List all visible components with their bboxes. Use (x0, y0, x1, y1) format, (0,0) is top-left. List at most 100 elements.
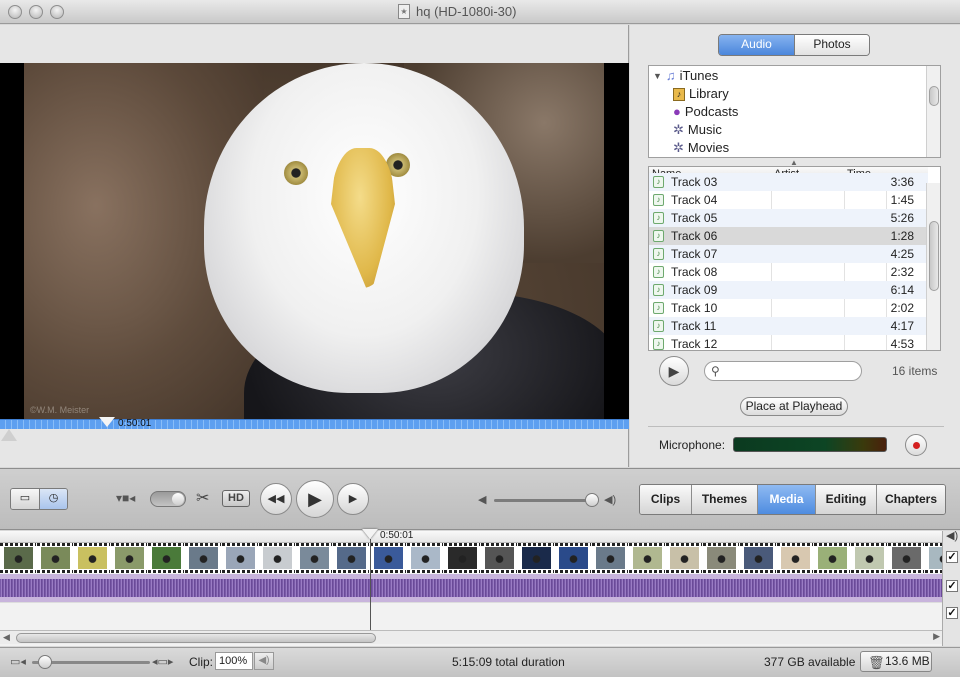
audio-track-2-checkbox[interactable]: ✓ (946, 607, 958, 619)
tab-clips[interactable]: Clips (640, 485, 691, 514)
track-row[interactable]: ♪ Track 12 4:53 (649, 335, 928, 350)
search-field[interactable]: ⚲ (704, 361, 862, 381)
timeline-scrollbar[interactable]: ◀ ▶ (0, 630, 942, 644)
scroll-right-icon[interactable]: ▶ (933, 631, 940, 642)
clip-thumbnail[interactable] (481, 543, 518, 573)
hd-button[interactable]: HD (222, 490, 250, 507)
item-count: 16 items (892, 364, 938, 378)
tab-media[interactable]: Media (757, 485, 815, 514)
clip-thumbnail[interactable] (333, 543, 370, 573)
audio-track[interactable] (0, 574, 942, 602)
scissors-icon[interactable]: ✂ (196, 488, 209, 508)
clip-volume-speaker-icon[interactable]: ◀) (254, 652, 274, 670)
track-row[interactable]: ♪ Track 11 4:17 (649, 317, 928, 335)
clip-thumbnail[interactable] (629, 543, 666, 573)
tree-scroll-thumb[interactable] (929, 86, 939, 106)
play-button[interactable]: ▶ (296, 480, 334, 518)
zoom-button[interactable] (50, 5, 64, 19)
scrubber-playhead[interactable] (99, 417, 115, 427)
audio-file-icon: ♪ (653, 266, 664, 278)
timeline-scroll-thumb[interactable] (16, 633, 376, 643)
timeline-playhead[interactable] (362, 529, 378, 539)
track-row[interactable]: ♪ Track 05 5:26 (649, 209, 928, 227)
tree-item-movies[interactable]: ✲ Movies (673, 139, 729, 157)
close-button[interactable] (8, 5, 22, 19)
video-frame[interactable]: ©W.M. Meister (0, 63, 629, 419)
clip-thumbnail[interactable] (555, 543, 592, 573)
track-time: 3:36 (890, 175, 914, 189)
track-scroll-thumb[interactable] (929, 221, 939, 291)
clip-thumbnail[interactable] (444, 543, 481, 573)
zoom-slider-knob[interactable] (38, 655, 52, 669)
clip-view-icon[interactable]: ▭ (11, 489, 39, 509)
clip-thumbnail[interactable] (370, 543, 407, 573)
video-track-checkbox[interactable]: ✓ (946, 551, 958, 563)
volume-slider[interactable] (494, 499, 594, 502)
timeline-view-icon[interactable]: ◷ (39, 489, 67, 509)
clip-thumbnail[interactable] (37, 543, 74, 573)
clip-thumbnail[interactable] (703, 543, 740, 573)
clip-thumbnail[interactable] (851, 543, 888, 573)
minimize-button[interactable] (29, 5, 43, 19)
tree-item-itunes[interactable]: ▼ ♫ iTunes (653, 67, 718, 85)
clip-thumbnail[interactable] (185, 543, 222, 573)
audio-track-2[interactable] (0, 602, 942, 630)
track-row[interactable]: ♪ Track 09 6:14 (649, 281, 928, 299)
clip-thumbnail[interactable] (814, 543, 851, 573)
tab-editing[interactable]: Editing (815, 485, 876, 514)
tree-scrollbar[interactable] (926, 66, 940, 157)
clip-thumbnail[interactable] (259, 543, 296, 573)
tree-item-podcasts[interactable]: ● Podcasts (673, 103, 738, 121)
track-row[interactable]: ♪ Track 06 1:28 (649, 227, 928, 245)
rewind-button[interactable]: ◀◀ (260, 483, 292, 515)
clip-thumbnail[interactable] (518, 543, 555, 573)
clip-thumbnail[interactable] (148, 543, 185, 573)
trash-icon: 🗑 (868, 655, 885, 670)
timeline-ruler[interactable] (0, 531, 942, 543)
track-row[interactable]: ♪ Track 08 2:32 (649, 263, 928, 281)
track-row[interactable]: ♪ Track 10 2:02 (649, 299, 928, 317)
tree-item-library[interactable]: ♪ Library (673, 85, 729, 103)
segment-photos[interactable]: Photos (794, 35, 869, 55)
clip-thumbnail[interactable] (111, 543, 148, 573)
track-row[interactable]: ♪ Track 03 3:36 (649, 173, 928, 191)
tree-item-music[interactable]: ✲ Music (673, 121, 722, 139)
clip-thumbnail[interactable] (592, 543, 629, 573)
clip-thumbnail[interactable] (740, 543, 777, 573)
segment-audio[interactable]: Audio (719, 35, 794, 55)
clip-thumbnail[interactable] (0, 543, 37, 573)
window-title: hq (HD-1080i-30) (416, 4, 517, 19)
clip-thumbnail[interactable] (74, 543, 111, 573)
trim-marker[interactable] (1, 429, 17, 441)
scrubber-bar[interactable] (0, 419, 629, 429)
clip-thumbnail[interactable] (888, 543, 925, 573)
view-mode-buttons: ▭ ◷ (10, 488, 68, 510)
volume-slider-knob[interactable] (585, 493, 599, 507)
play-audio-button[interactable]: ▶ (659, 356, 689, 386)
place-at-playhead-button[interactable]: Place at Playhead (740, 397, 848, 416)
playlist-icon: ✲ (673, 122, 684, 137)
tab-themes[interactable]: Themes (691, 485, 757, 514)
clip-volume-field[interactable]: 100% (215, 652, 253, 670)
track-row[interactable]: ♪ Track 04 1:45 (649, 191, 928, 209)
audio-track-checkbox[interactable]: ✓ (946, 580, 958, 592)
clip-thumbnail[interactable] (407, 543, 444, 573)
video-track[interactable] (0, 543, 942, 573)
fullscreen-play-button[interactable]: ▶ (337, 483, 369, 515)
tab-chapters[interactable]: Chapters (876, 485, 945, 514)
camera-mode-toggle[interactable] (150, 491, 186, 507)
clip-thumbnail[interactable] (222, 543, 259, 573)
track-name: Track 07 (671, 247, 718, 261)
track-scrollbar[interactable] (926, 183, 940, 350)
clip-thumbnail[interactable] (666, 543, 703, 573)
record-button[interactable] (905, 434, 927, 456)
disclosure-triangle-icon[interactable]: ▼ (653, 67, 662, 85)
clip-thumbnail[interactable] (925, 543, 942, 573)
disk-available: 377 GB available (764, 655, 856, 669)
trash-button[interactable]: 🗑 13.6 MB (860, 651, 932, 672)
clip-thumbnail[interactable] (296, 543, 333, 573)
viewer-timecode: 0:50:01 (118, 418, 152, 429)
clip-thumbnail[interactable] (777, 543, 814, 573)
track-row[interactable]: ♪ Track 07 4:25 (649, 245, 928, 263)
scroll-left-icon[interactable]: ◀ (3, 632, 10, 643)
